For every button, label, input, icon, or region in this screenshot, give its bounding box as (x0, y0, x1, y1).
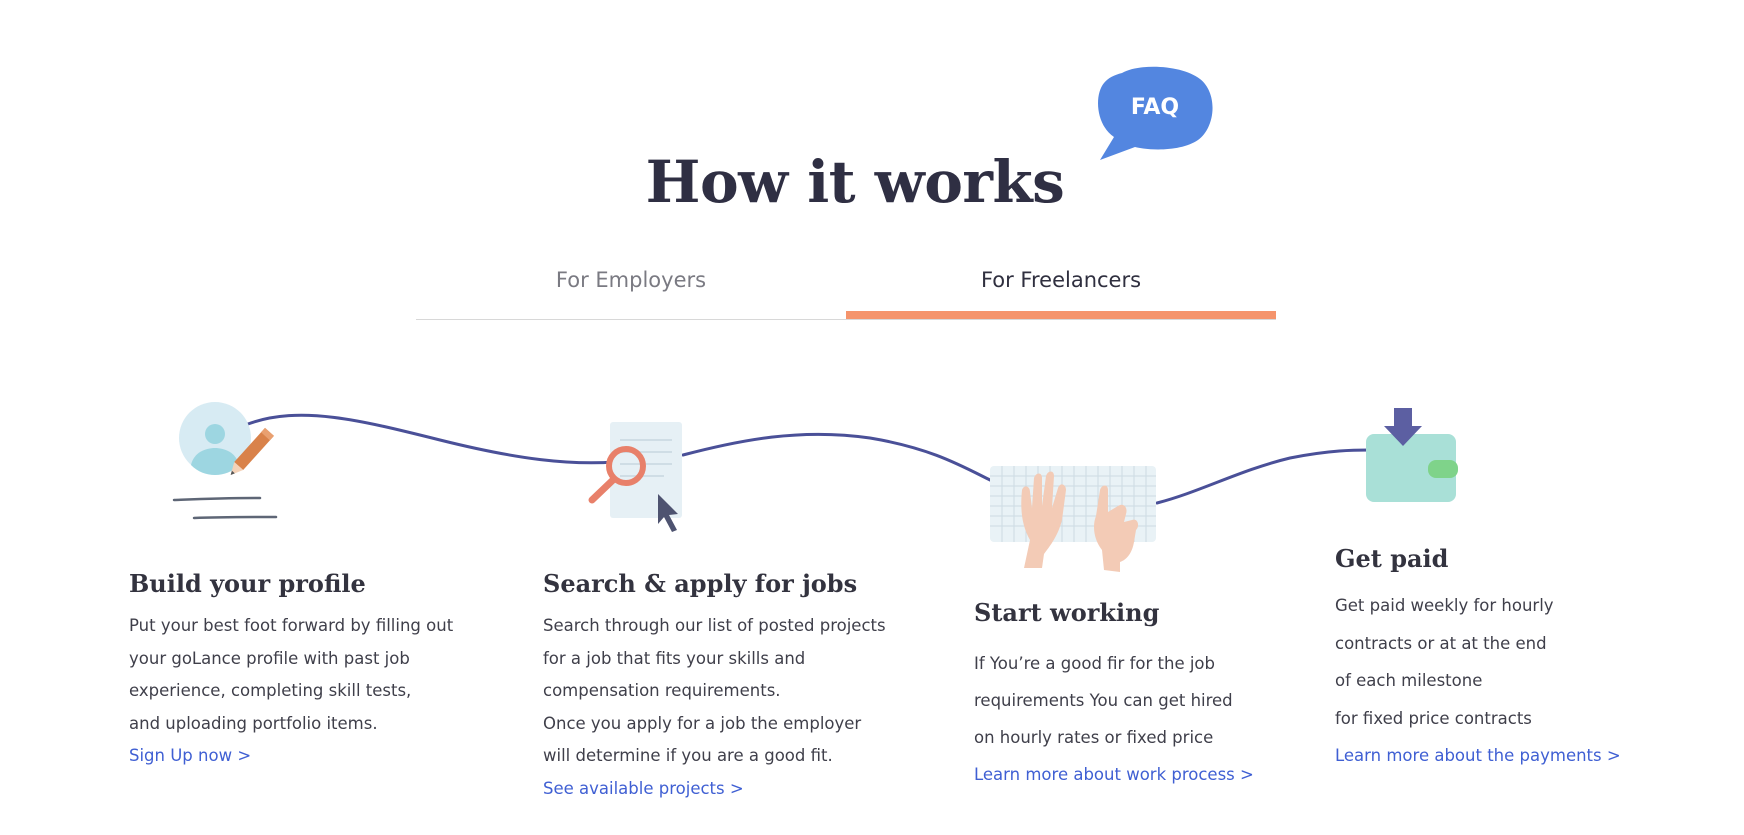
step-title: Start working (974, 598, 1160, 627)
step-description-line: Get paid weekly for hourly (1335, 596, 1554, 615)
step-description-line: your goLance profile with past job (129, 648, 410, 668)
step-description-line: requirements You can get hired (974, 691, 1233, 710)
step-description-line: compensation requirements. (543, 681, 781, 700)
step-build-profile: Build your profile Put your best foot fo… (129, 569, 453, 773)
step-description-line: Search through our list of posted projec… (543, 616, 886, 635)
step-description-line: Once you apply for a job the employer (543, 713, 862, 733)
page-title: How it works (645, 148, 1065, 216)
active-tab-indicator (846, 311, 1276, 319)
step-description-line: for fixed price contracts (1335, 708, 1532, 728)
step-description-line: Put your best foot forward by filling ou… (129, 616, 454, 635)
step-description: Put your best foot forward by filling ou… (129, 610, 453, 773)
step-search-apply: Search & apply for jobs Search through o… (543, 569, 886, 805)
step-title: Search & apply for jobs (543, 569, 858, 598)
step-description-line: for a job that fits your skills and (543, 648, 806, 668)
step-description: If You’re a good fir for the job require… (974, 645, 1254, 793)
profile-pencil-icon (172, 402, 278, 520)
step-description-line: on hourly rates or fixed price (974, 728, 1214, 747)
step-start-working: Start working If You’re a good fir for t… (974, 598, 1254, 793)
document-search-icon (588, 422, 682, 532)
step-description-line: of each milestone (1335, 671, 1483, 690)
see-available-projects-link[interactable]: See available projects > (543, 773, 744, 806)
step-description: Get paid weekly for hourly contracts or … (1335, 587, 1621, 775)
learn-more-payments-link[interactable]: Learn more about the payments > (1335, 737, 1621, 775)
tabs-divider (416, 319, 1276, 320)
step-description-line: If You’re a good fir for the job (974, 654, 1215, 673)
step-description-line: experience, completing skill tests, (129, 681, 412, 700)
keyboard-hands-icon (990, 466, 1156, 572)
faq-label: FAQ (1130, 95, 1180, 120)
step-description-line: contracts or at at the end (1335, 633, 1547, 653)
step-get-paid: Get paid Get paid weekly for hourly cont… (1335, 544, 1621, 775)
step-description-line: will determine if you are a good fit. (543, 746, 833, 765)
learn-more-work-process-link[interactable]: Learn more about work process > (974, 756, 1254, 793)
step-description-line: and uploading portfolio items. (129, 713, 378, 733)
tab-for-freelancers[interactable]: For Freelancers (846, 258, 1276, 312)
step-title: Build your profile (129, 569, 366, 598)
wallet-icon (1366, 408, 1458, 502)
step-title: Get paid (1335, 544, 1449, 573)
audience-tabs: For Employers For Freelancers (416, 258, 1276, 320)
step-description: Search through our list of posted projec… (543, 610, 886, 805)
sign-up-now-link[interactable]: Sign Up now > (129, 740, 251, 773)
tab-for-employers[interactable]: For Employers (416, 258, 846, 312)
